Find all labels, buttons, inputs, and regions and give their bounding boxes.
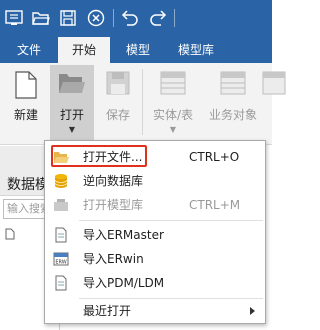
- shortcut-label: CTRL+O: [189, 150, 240, 164]
- table-icon: [160, 71, 186, 98]
- tab-model[interactable]: 模型: [112, 37, 164, 63]
- new-button[interactable]: 新建: [6, 65, 46, 141]
- entity-label: 实体/表: [152, 108, 194, 122]
- menu-item-label: 打开模型库: [83, 198, 144, 212]
- shortcut-label: CTRL+M: [189, 198, 241, 212]
- new-document-icon: [15, 71, 37, 102]
- open-folder-icon[interactable]: [31, 9, 51, 27]
- ribbon-tab-bar: 文件 开始 模型 模型库: [0, 37, 272, 63]
- save-label: 保存: [105, 108, 130, 122]
- open-folder-large-icon: [58, 71, 86, 98]
- menu-separator: [79, 220, 263, 221]
- business-object-button[interactable]: 业务对象: [204, 65, 262, 141]
- menu-item-label: 最近打开: [83, 304, 132, 318]
- business-label: 业务对象: [208, 108, 257, 122]
- document-icon: [5, 228, 15, 243]
- quick-access-toolbar: [0, 0, 272, 37]
- panel-title: 数据模: [7, 177, 49, 193]
- menu-item-label: 导入PDM/LDM: [83, 276, 165, 290]
- entity-table-button[interactable]: 实体/表 ▼: [146, 65, 200, 141]
- chevron-right-icon: [250, 307, 255, 315]
- document-icon: [53, 227, 69, 243]
- menu-item-open-model-library[interactable]: 打开模型库 CTRL+M: [45, 193, 265, 217]
- chevron-down-icon: ▼: [169, 125, 177, 134]
- toolbar-separator: [174, 9, 175, 27]
- open-button[interactable]: 打开 ▼: [50, 65, 94, 141]
- document-icon: [53, 275, 69, 291]
- save-icon[interactable]: [58, 9, 78, 27]
- menu-item-label: 导入ERMaster: [83, 228, 164, 242]
- table-icon: [262, 71, 286, 98]
- tab-home[interactable]: 开始: [58, 37, 110, 63]
- save-ribbon-button[interactable]: 保存: [98, 65, 138, 141]
- more-ribbon-button[interactable]: [262, 65, 286, 141]
- business-object-icon: [220, 71, 246, 98]
- save-large-icon: [106, 71, 130, 98]
- toolbar-separator: [113, 9, 114, 27]
- tab-file[interactable]: 文件: [4, 37, 54, 63]
- highlight-box: [51, 145, 147, 167]
- erwin-icon: ERW: [53, 251, 69, 267]
- undo-icon[interactable]: [120, 9, 140, 27]
- redo-icon[interactable]: [148, 9, 168, 27]
- database-icon: [53, 173, 69, 189]
- ribbon-separator: [142, 69, 143, 135]
- menu-item-import-ermaster[interactable]: 导入ERMaster: [45, 223, 265, 247]
- menu-item-label: 逆向数据库: [83, 174, 144, 188]
- close-circle-icon[interactable]: [86, 9, 106, 27]
- menu-item-import-pdm-ldm[interactable]: 导入PDM/LDM: [45, 271, 265, 295]
- tab-model-library[interactable]: 模型库: [166, 37, 226, 63]
- menu-item-import-erwin[interactable]: ERW 导入ERwin: [45, 247, 265, 271]
- chevron-down-icon: ▼: [68, 125, 76, 134]
- menu-item-label: 导入ERwin: [83, 252, 144, 266]
- new-label: 新建: [13, 108, 38, 122]
- menu-item-reverse-database[interactable]: 逆向数据库: [45, 169, 265, 193]
- ribbon-panel: 新建 打开 ▼ 保存 实体/表 ▼ 业务对象: [0, 63, 286, 145]
- app-menu-icon[interactable]: [4, 9, 24, 27]
- open-label: 打开: [59, 108, 84, 122]
- svg-text:ERW: ERW: [55, 260, 66, 266]
- menu-item-recent[interactable]: 最近打开: [45, 299, 265, 323]
- open-dropdown-menu: 打开文件... CTRL+O 逆向数据库 打开模型库 CTRL+M 导入ERMa…: [44, 140, 266, 324]
- model-library-icon: [53, 197, 69, 213]
